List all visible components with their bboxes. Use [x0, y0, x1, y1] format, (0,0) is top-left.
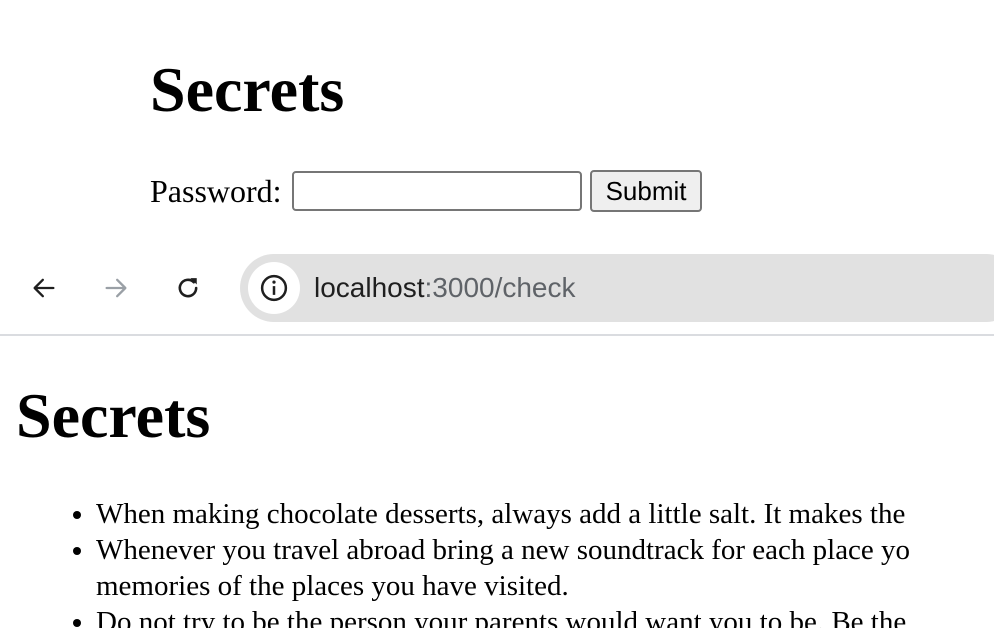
page-title: Secrets: [150, 54, 345, 125]
forward-button[interactable]: [92, 264, 140, 312]
login-page: Secrets Password: Submit: [0, 0, 994, 240]
reload-button[interactable]: [164, 264, 212, 312]
secret-item: Whenever you travel abroad bring a new s…: [96, 532, 994, 604]
password-form: Password: Submit: [150, 170, 703, 212]
password-label: Password:: [150, 172, 282, 209]
submit-button[interactable]: Submit: [589, 170, 703, 212]
url-text[interactable]: localhost:3000/check: [314, 254, 576, 322]
secret-item: Do not try to be the person your parents…: [96, 604, 994, 628]
secret-item: When making chocolate desserts, always a…: [96, 496, 994, 532]
back-button[interactable]: [20, 264, 68, 312]
browser-toolbar: localhost:3000/check: [0, 240, 994, 336]
page-content: Secrets When making chocolate desserts, …: [0, 336, 994, 628]
address-bar[interactable]: localhost:3000/check: [240, 254, 994, 322]
password-input[interactable]: [291, 171, 582, 211]
arrow-right-icon: [105, 278, 127, 298]
site-info-button[interactable]: [248, 262, 300, 314]
secret-item-text: Whenever you travel abroad bring a new s…: [96, 534, 911, 602]
reload-icon: [178, 278, 198, 298]
info-icon: [260, 274, 288, 302]
url-path: :3000/check: [424, 272, 576, 303]
secrets-heading: Secrets: [16, 380, 211, 451]
url-host: localhost: [314, 272, 425, 303]
arrow-left-icon: [33, 278, 55, 298]
secrets-list: When making chocolate desserts, always a…: [96, 496, 994, 628]
